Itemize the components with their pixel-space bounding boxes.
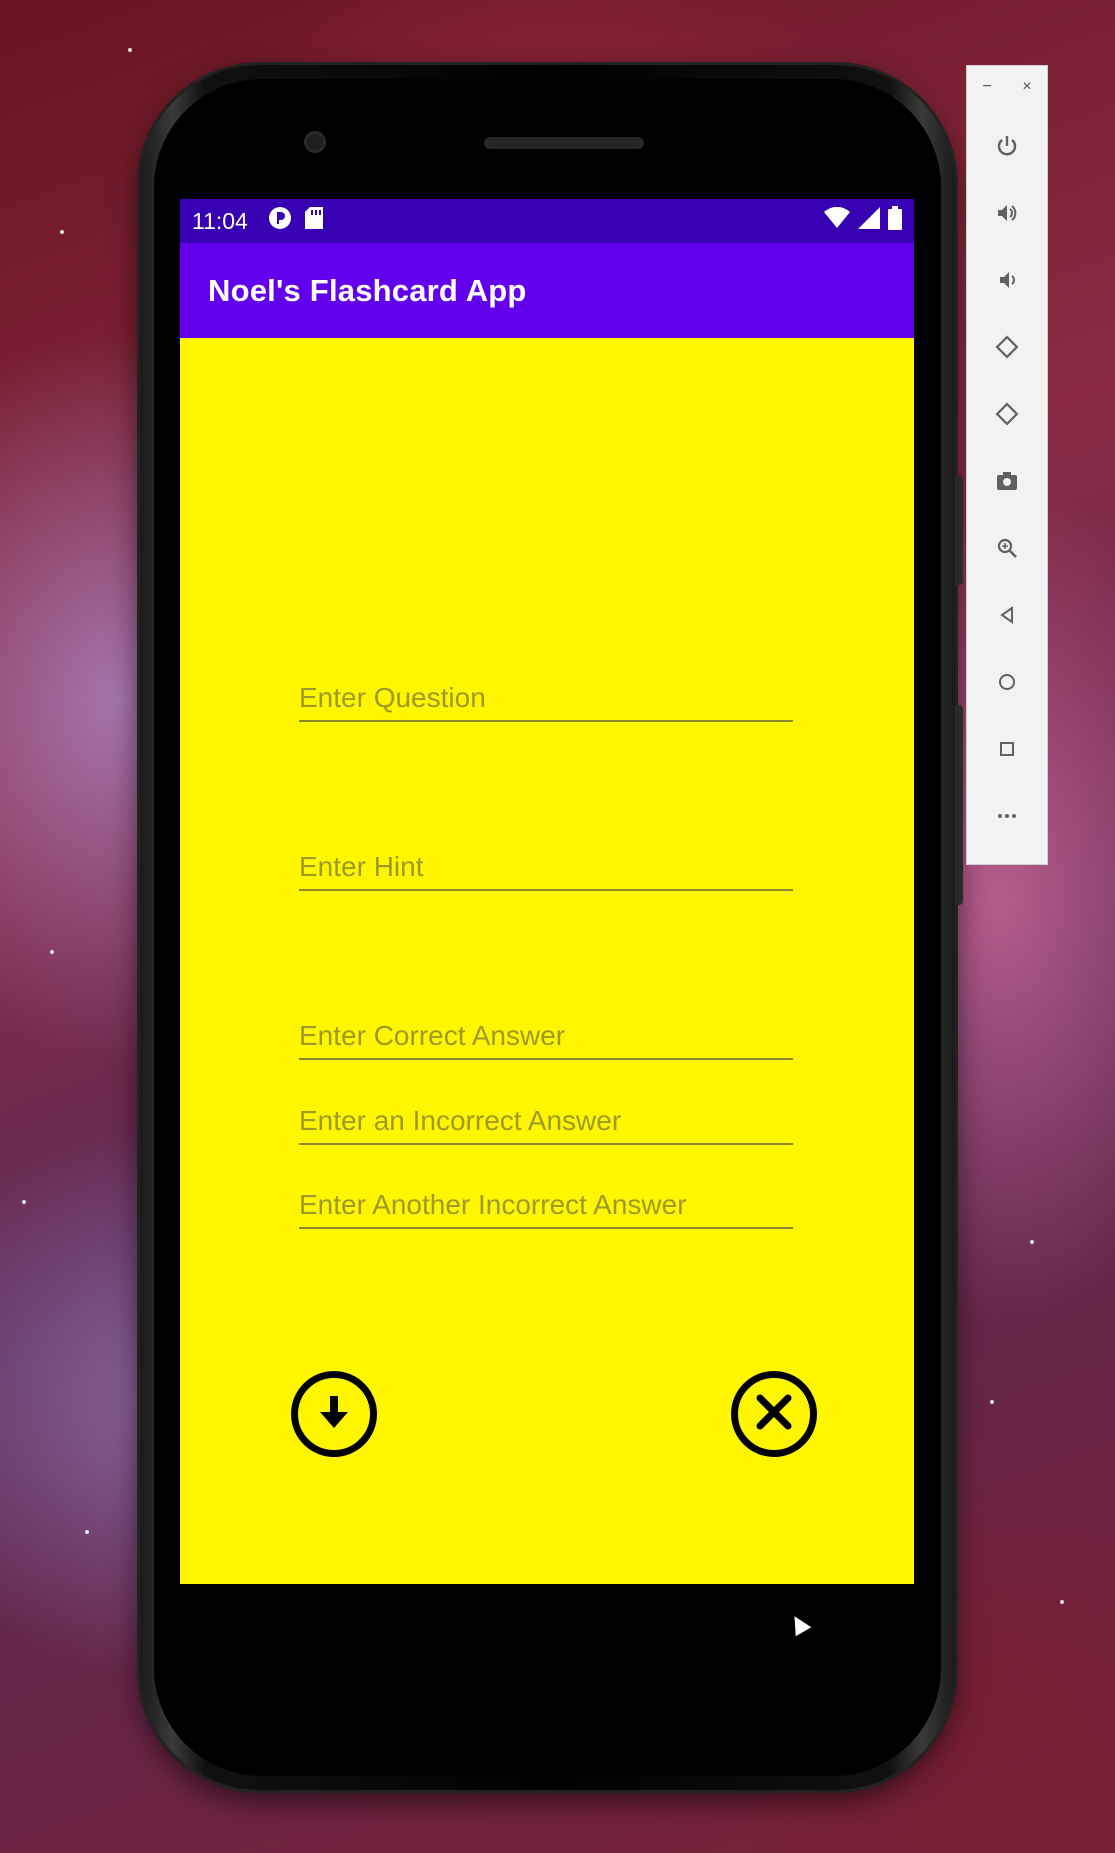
- add-card-form: [180, 338, 914, 1584]
- arrow-down-circle-icon: [314, 1392, 354, 1437]
- star: [990, 1400, 994, 1404]
- star: [22, 1200, 26, 1204]
- volume-down-button[interactable]: [983, 259, 1031, 307]
- overview-icon: [995, 737, 1019, 767]
- close-window-button[interactable]: ×: [1022, 78, 1031, 106]
- star: [1030, 1240, 1034, 1244]
- rotate-right-icon: [995, 402, 1019, 432]
- correct-answer-field[interactable]: [299, 1012, 793, 1060]
- volume-up-icon: [995, 201, 1019, 231]
- status-right-icons: [824, 206, 902, 236]
- rotate-right-button[interactable]: [983, 393, 1031, 441]
- minimize-button[interactable]: −: [982, 78, 991, 106]
- status-bar: 11:04: [180, 199, 914, 243]
- app-title: Noel's Flashcard App: [208, 272, 527, 308]
- another-incorrect-answer-input[interactable]: [299, 1189, 793, 1221]
- correct-answer-input[interactable]: [299, 1020, 793, 1052]
- front-camera: [304, 131, 326, 153]
- hint-input[interactable]: [299, 851, 793, 883]
- emulator-toolbar: − ×: [966, 65, 1048, 865]
- battery-icon: [888, 206, 902, 236]
- camera-icon: [995, 469, 1019, 499]
- app-bar: Noel's Flashcard App: [180, 243, 914, 338]
- power-button[interactable]: [983, 125, 1031, 173]
- cancel-button[interactable]: [731, 1371, 817, 1457]
- incorrect-answer-field[interactable]: [299, 1097, 793, 1145]
- star: [60, 230, 64, 234]
- another-incorrect-answer-field[interactable]: [299, 1181, 793, 1229]
- screenshot-button[interactable]: [983, 460, 1031, 508]
- close-circle-icon: [752, 1390, 796, 1439]
- status-time: 11:04: [192, 207, 248, 234]
- home-icon: [995, 670, 1019, 700]
- question-field[interactable]: [299, 674, 793, 722]
- earpiece-speaker: [484, 137, 644, 149]
- question-input[interactable]: [299, 682, 793, 714]
- notification-p-icon: [268, 206, 292, 236]
- volume-down-icon: [995, 268, 1019, 298]
- star: [85, 1530, 89, 1534]
- rotate-left-icon: [995, 335, 1019, 365]
- more-icon: [995, 804, 1019, 834]
- overview-button[interactable]: [983, 728, 1031, 776]
- power-icon: [995, 134, 1019, 164]
- star: [1060, 1600, 1064, 1604]
- signal-icon: [858, 207, 880, 235]
- back-icon: [995, 603, 1019, 633]
- star: [128, 48, 132, 52]
- volume-up-button[interactable]: [983, 192, 1031, 240]
- volume-side-button[interactable]: [955, 705, 963, 905]
- incorrect-answer-input[interactable]: [299, 1105, 793, 1137]
- hint-field[interactable]: [299, 843, 793, 891]
- power-side-button[interactable]: [955, 475, 963, 585]
- star: [50, 950, 54, 954]
- zoom-icon: [995, 536, 1019, 566]
- save-button[interactable]: [291, 1371, 377, 1457]
- zoom-button[interactable]: [983, 527, 1031, 575]
- wifi-icon: [824, 206, 850, 235]
- home-button[interactable]: [983, 661, 1031, 709]
- back-button[interactable]: [983, 594, 1031, 642]
- more-button[interactable]: [983, 795, 1031, 843]
- sd-card-icon: [304, 206, 324, 236]
- rotate-left-button[interactable]: [983, 326, 1031, 374]
- emulator-window-controls: − ×: [967, 66, 1047, 106]
- device-screen: 11:04 Noel's Flashcard App: [180, 199, 914, 1585]
